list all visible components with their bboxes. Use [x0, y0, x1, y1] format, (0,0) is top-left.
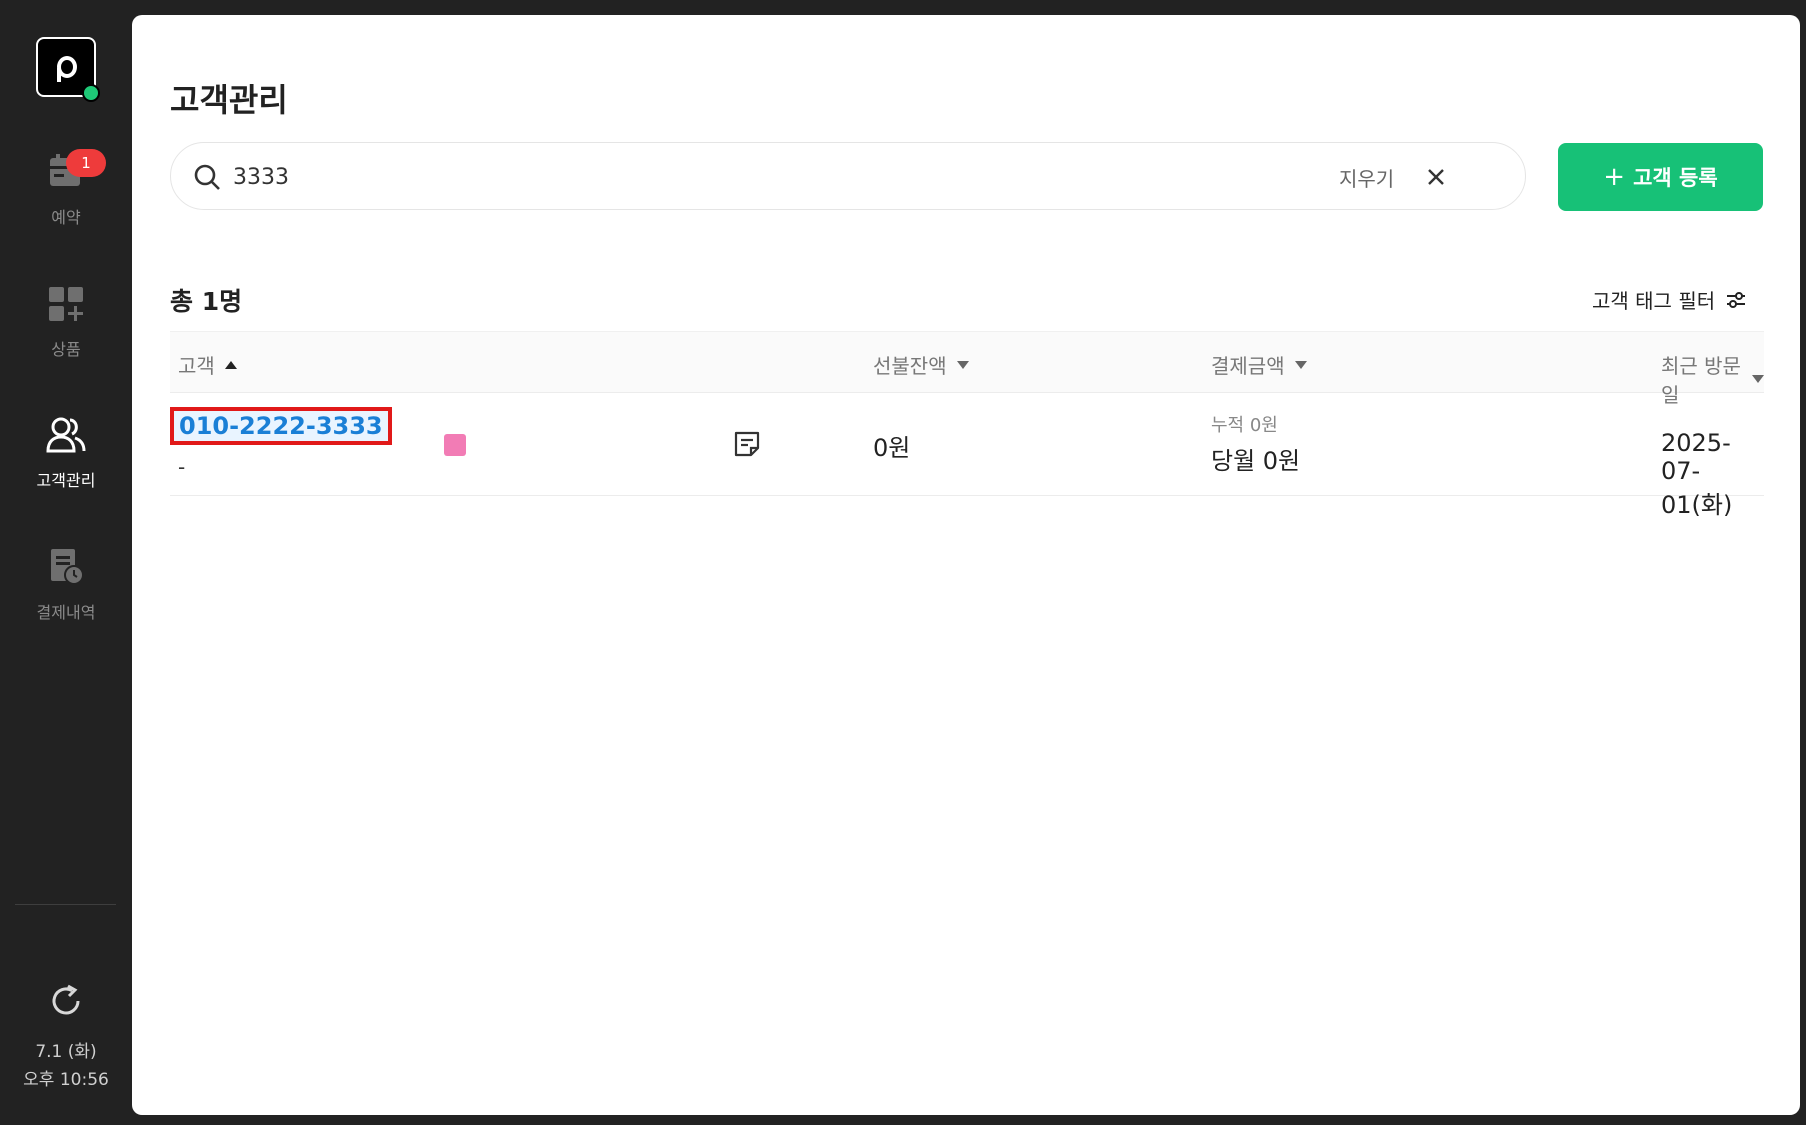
search-input[interactable]: [233, 157, 1233, 197]
sidebar-item-payments[interactable]: 결제내역: [0, 547, 132, 623]
sort-desc-icon: [1294, 360, 1307, 369]
grid-add-icon: [49, 287, 83, 321]
plus-icon: +: [1603, 162, 1626, 192]
clear-search-label[interactable]: 지우기: [1339, 163, 1394, 192]
close-icon[interactable]: [1424, 165, 1448, 189]
logo-mark-icon: [57, 56, 77, 82]
online-status-dot: [82, 84, 100, 102]
sidebar-item-label: 상품: [51, 340, 81, 359]
tag-filter-button[interactable]: 고객 태그 필터: [1592, 285, 1747, 314]
last-visit-date: 2025-07-01(화): [1661, 429, 1733, 519]
filter-sliders-icon: [1727, 291, 1746, 308]
column-prepaid[interactable]: 선불잔액: [873, 350, 969, 379]
column-label: 고객: [178, 354, 215, 378]
sidebar-item-customers[interactable]: 고객관리: [0, 415, 132, 491]
prepaid-balance: 0원: [873, 434, 911, 462]
sidebar: 예약 1 상품 고객관리 결제내역 7.1 (화) 오후 10:56: [0, 0, 132, 1125]
main-panel: 고객관리 지우기 + 고객 등록 총 1명 고객 태그 필터 고객: [132, 15, 1800, 1115]
search-bar[interactable]: 지우기: [170, 142, 1526, 210]
column-customer[interactable]: 고객: [178, 350, 237, 379]
tag-filter-label: 고객 태그 필터: [1592, 289, 1716, 313]
sidebar-item-label: 고객관리: [36, 471, 96, 490]
sidebar-item-label: 예약: [51, 208, 81, 227]
add-customer-label: 고객 등록: [1633, 166, 1718, 190]
column-label: 선불잔액: [873, 354, 947, 378]
payment-cumulative: 누적 0원: [1211, 415, 1278, 436]
customer-name: -: [178, 455, 186, 479]
date-time: 7.1 (화) 오후 10:56: [0, 1038, 132, 1094]
add-customer-button[interactable]: + 고객 등록: [1558, 143, 1763, 211]
page-title: 고객관리: [170, 81, 288, 119]
memo-icon[interactable]: [732, 429, 762, 459]
users-icon: [46, 417, 86, 453]
sort-desc-icon: [956, 360, 969, 369]
sort-asc-icon: [224, 360, 237, 369]
payment-this-month: 당월 0원: [1211, 447, 1301, 475]
table-row[interactable]: 010-2222-3333 - 0원 누적 0원 당월 0원 2025-07-0…: [170, 393, 1764, 519]
refresh-icon[interactable]: [48, 983, 84, 1019]
search-icon: [194, 164, 220, 190]
receipt-clock-icon: [51, 549, 84, 585]
current-date: 7.1 (화): [35, 1042, 97, 1062]
customer-table: 고객 선불잔액 결제금액 최근 방문일 010-2222-3333 - 0원 누…: [170, 331, 1764, 519]
notification-badge: 1: [66, 149, 106, 177]
table-header: 고객 선불잔액 결제금액 최근 방문일: [170, 331, 1764, 407]
column-payment[interactable]: 결제금액: [1211, 350, 1307, 379]
sort-desc-icon: [1752, 375, 1764, 383]
customer-phone-link[interactable]: 010-2222-3333: [170, 407, 392, 445]
customer-tag-swatch: [444, 434, 466, 456]
sidebar-item-label: 결제내역: [36, 603, 96, 622]
sidebar-divider: [15, 904, 116, 905]
sidebar-item-products[interactable]: 상품: [0, 284, 132, 360]
current-time: 오후 10:56: [23, 1070, 109, 1090]
column-label: 결제금액: [1211, 354, 1285, 378]
total-count: 총 1명: [170, 287, 243, 316]
